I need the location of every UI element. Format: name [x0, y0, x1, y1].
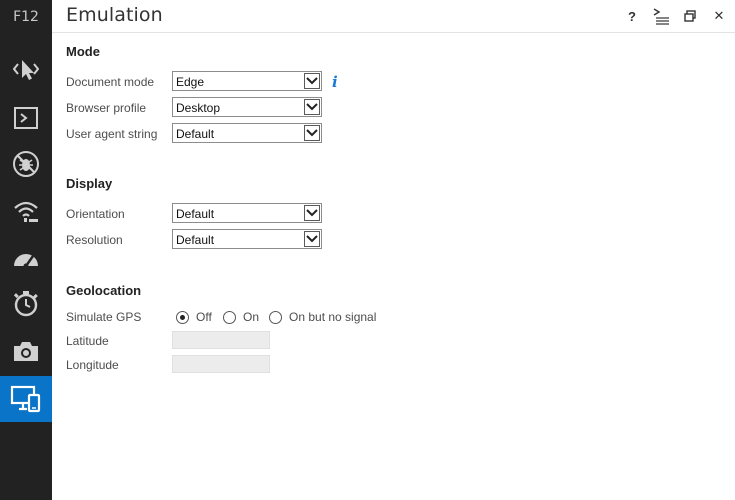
sidebar-item-memory[interactable]: [0, 281, 52, 327]
page-title: Emulation: [66, 4, 163, 26]
user-agent-value: Default: [176, 127, 215, 141]
browser-profile-value: Desktop: [176, 101, 221, 115]
longitude-label: Longitude: [66, 358, 119, 372]
orientation-value: Default: [176, 207, 215, 221]
devices-icon: [10, 385, 41, 413]
console-icon: [14, 107, 38, 129]
sidebar-item-network[interactable]: [0, 188, 52, 234]
sidebar-item-dom-explorer[interactable]: [0, 46, 52, 92]
tool-sidebar: F12: [0, 0, 52, 500]
resolution-label: Resolution: [66, 233, 123, 247]
mode-section-title: Mode: [66, 44, 100, 59]
chevron-down-icon: [304, 99, 320, 115]
orientation-label: Orientation: [66, 207, 125, 221]
browser-profile-select[interactable]: Desktop: [172, 97, 322, 117]
sidebar-item-emulation[interactable]: [0, 376, 52, 422]
browser-profile-label: Browser profile: [66, 101, 147, 115]
chevron-down-icon: [304, 125, 320, 141]
sidebar-item-profiler[interactable]: [0, 328, 52, 374]
latitude-label: Latitude: [66, 334, 109, 348]
gps-off-label: Off: [196, 310, 212, 324]
document-mode-label: Document mode: [66, 75, 155, 89]
panel-header: Emulation ? ✕: [52, 0, 735, 33]
restore-window-icon: [684, 10, 696, 22]
camera-icon: [14, 342, 38, 361]
gps-off-radio[interactable]: [176, 311, 189, 324]
geolocation-section-title: Geolocation: [66, 283, 142, 298]
gps-no-signal-radio[interactable]: [269, 311, 282, 324]
speedometer-icon: [14, 254, 38, 269]
help-button[interactable]: ?: [620, 4, 644, 28]
bug-icon: [13, 151, 39, 177]
resolution-select[interactable]: Default: [172, 229, 322, 249]
console-toggle-button[interactable]: [649, 4, 673, 28]
user-agent-label: User agent string: [66, 127, 158, 141]
simulate-gps-label: Simulate GPS: [66, 310, 142, 324]
info-icon[interactable]: i: [332, 73, 338, 91]
document-mode-select[interactable]: Edge: [172, 71, 322, 91]
stopwatch-icon: [13, 291, 38, 317]
gps-on-label: On: [243, 310, 260, 324]
resolution-value: Default: [176, 233, 215, 247]
sidebar-item-debugger[interactable]: [0, 141, 52, 187]
longitude-input[interactable]: [172, 355, 270, 373]
console-dock-icon: [653, 8, 669, 25]
sidebar-item-console[interactable]: [0, 95, 52, 141]
chevron-down-icon: [304, 231, 320, 247]
chevron-down-icon: [304, 205, 320, 221]
gps-no-signal-label: On but no signal: [289, 310, 377, 324]
wifi-icon: [14, 201, 38, 222]
f12-label: F12: [13, 9, 39, 25]
user-agent-select[interactable]: Default: [172, 123, 322, 143]
sidebar-item-performance[interactable]: [0, 235, 52, 281]
document-mode-value: Edge: [176, 75, 205, 89]
display-section-title: Display: [66, 176, 113, 191]
undock-button[interactable]: [678, 4, 702, 28]
chevron-down-icon: [304, 73, 320, 89]
close-button[interactable]: ✕: [707, 4, 731, 28]
gps-on-radio[interactable]: [223, 311, 236, 324]
orientation-select[interactable]: Default: [172, 203, 322, 223]
latitude-input[interactable]: [172, 331, 270, 349]
cursor-select-icon: [13, 60, 39, 80]
